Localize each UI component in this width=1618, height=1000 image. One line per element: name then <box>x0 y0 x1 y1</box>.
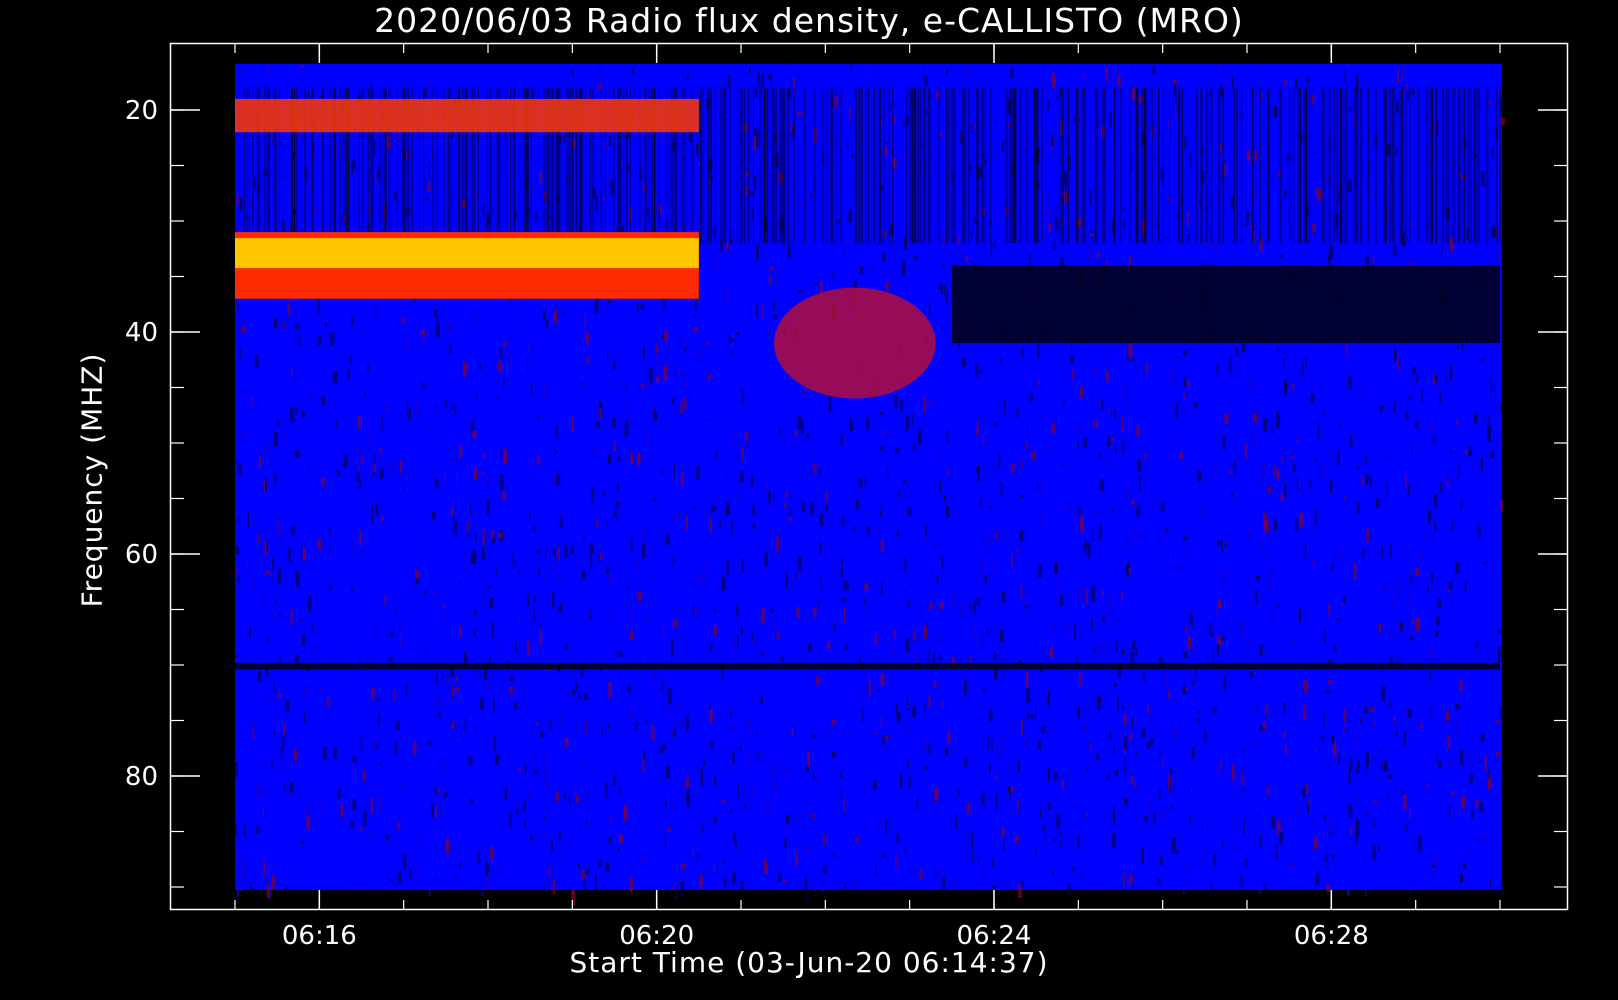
y-tick-label: 40 <box>125 318 158 348</box>
spectrogram-chart: 06:16 06:20 06:24 06:2820406080 <box>125 42 1569 951</box>
y-tick-label: 60 <box>125 540 158 570</box>
chart-title: 2020/06/03 Radio flux density, e-CALLIST… <box>374 1 1244 40</box>
heatmap-area <box>235 64 1505 906</box>
y-axis-label: Frequency (MHZ) <box>75 352 109 608</box>
band-20MHz <box>235 98 699 133</box>
band-33MHz-core <box>235 238 699 269</box>
y-tick-label: 20 <box>125 96 158 126</box>
x-axis-label: Start Time (03-Jun-20 06:14:37) <box>569 946 1049 979</box>
dark-band <box>951 265 1500 344</box>
line-70MHz <box>235 662 1500 670</box>
burst-40MHz <box>774 287 936 399</box>
y-tick-label: 80 <box>125 762 158 792</box>
